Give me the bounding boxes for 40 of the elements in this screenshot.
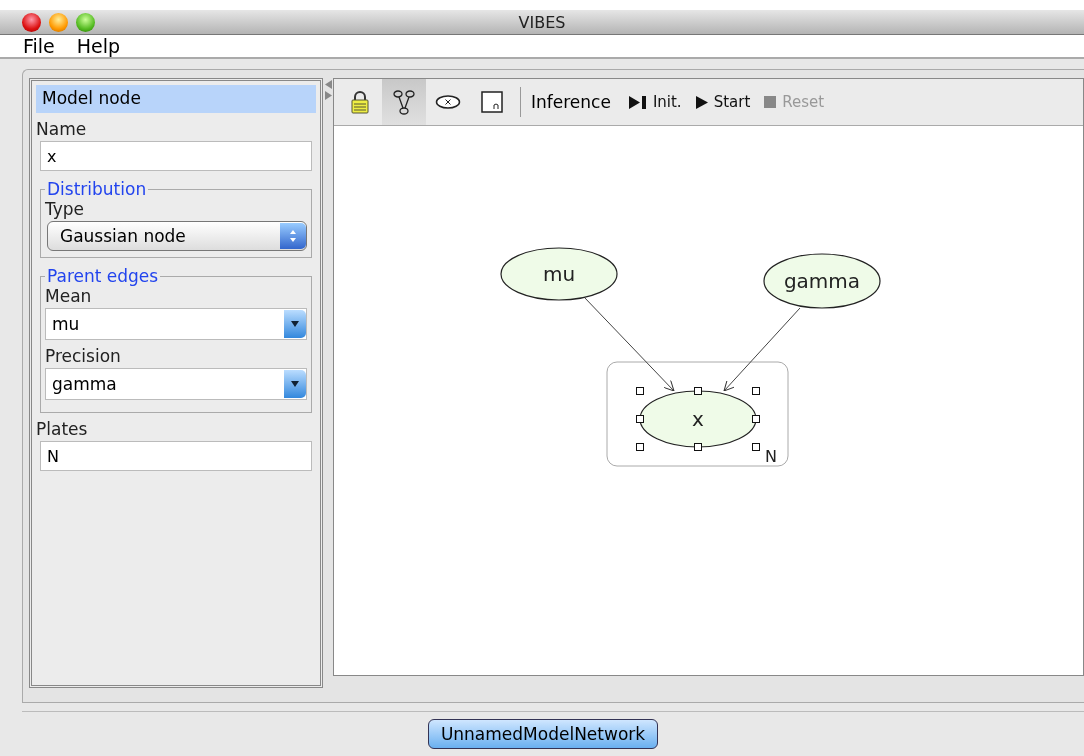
- play-icon: [695, 95, 708, 109]
- lock-icon: [350, 90, 370, 114]
- close-button[interactable]: [22, 12, 41, 32]
- zoom-button[interactable]: [76, 12, 95, 32]
- up-down-arrows-icon: [289, 229, 297, 243]
- name-field[interactable]: x: [40, 141, 312, 171]
- toolbar-button[interactable]: Init.: [624, 93, 692, 111]
- dropdown-value: gamma: [52, 374, 117, 394]
- field-label: Type: [45, 199, 86, 219]
- graph-edge-icon: [393, 89, 415, 115]
- stop-icon: [764, 96, 777, 108]
- field-label: Mean: [45, 286, 93, 306]
- dropdown-value: mu: [52, 314, 80, 334]
- window-title: VIBES: [518, 12, 566, 32]
- group-title: Parent edges: [46, 266, 160, 286]
- node-label: x: [692, 407, 704, 431]
- parent-dropdown[interactable]: mu: [45, 308, 307, 340]
- field-label: Name: [36, 119, 88, 139]
- group-title: Distribution: [46, 179, 148, 199]
- menu-item[interactable]: Help: [76, 35, 121, 57]
- network-tab[interactable]: UnnamedModelNetwork: [427, 719, 659, 749]
- field-label: Precision: [45, 346, 122, 366]
- plates-field[interactable]: N: [40, 441, 312, 471]
- step-icon: [628, 95, 647, 109]
- panel-header: Model node: [36, 85, 316, 113]
- caret-icon: [291, 381, 299, 387]
- ellipse-node-icon: [435, 94, 461, 110]
- toolbar-label: Inference: [531, 92, 611, 112]
- node-label: mu: [542, 262, 576, 286]
- type-dropdown[interactable]: Gaussian node: [47, 221, 307, 251]
- parent-dropdown[interactable]: gamma: [45, 368, 307, 400]
- dropdown-value: Gaussian node: [60, 226, 186, 246]
- plate-label: N: [765, 447, 777, 466]
- caret-icon: [291, 321, 299, 327]
- plate-icon: [481, 91, 503, 113]
- menu-item[interactable]: File: [23, 35, 55, 57]
- tool-button[interactable]: [382, 79, 426, 125]
- toolbar-button[interactable]: Start: [691, 93, 761, 111]
- field-label: Plates: [36, 419, 89, 439]
- node-label: gamma: [783, 269, 861, 293]
